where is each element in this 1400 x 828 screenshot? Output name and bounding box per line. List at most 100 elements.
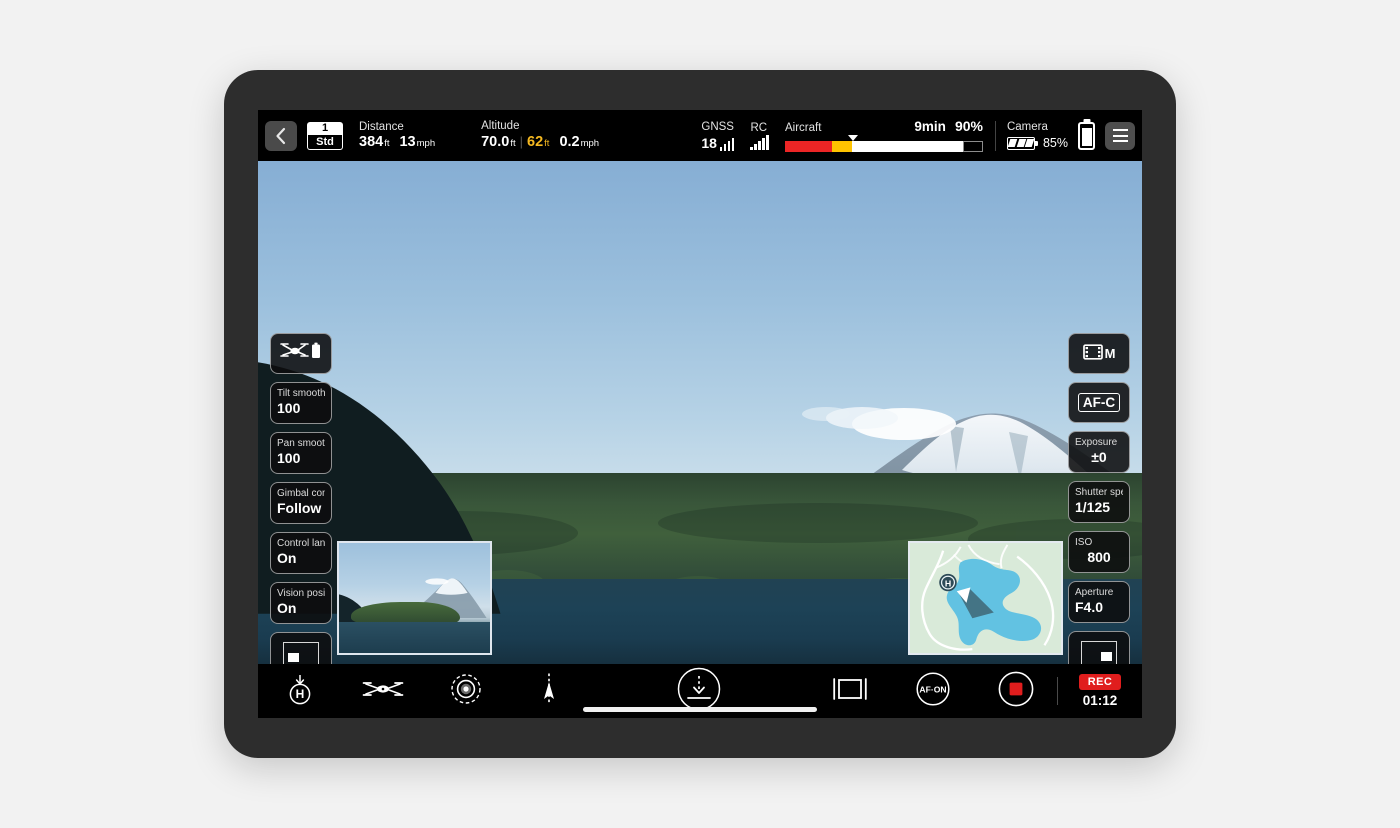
altitude-unit: ft <box>510 138 516 149</box>
home-indicator[interactable] <box>583 707 817 712</box>
drone-battery-icon <box>279 340 323 367</box>
pan-smoothness-label: Pan smoothness <box>277 438 325 449</box>
pip-layout-left-button[interactable] <box>270 632 332 664</box>
hamburger-menu-icon <box>1112 129 1128 131</box>
af-on-button[interactable]: AF·ON <box>891 671 974 711</box>
home-point-marker: H <box>945 578 951 588</box>
pan-smoothness-tile[interactable]: Pan smoothness 100 <box>270 432 332 474</box>
altitude-telemetry: Altitude 70.0 ft | 62 ft 0.2 mph <box>481 120 599 151</box>
gimbal-target-icon <box>450 673 482 710</box>
svg-text:AF·ON: AF·ON <box>919 684 946 694</box>
status-divider <box>994 120 996 151</box>
pip-bottom-left-icon <box>283 641 319 664</box>
gnss-signal-bars-icon <box>719 137 735 151</box>
flight-mode-badge[interactable]: 1 Std <box>307 121 343 150</box>
pip-bottom-right-icon <box>1081 640 1117 664</box>
rc-signal-bars-icon <box>750 134 769 150</box>
camera-battery-icon <box>1006 136 1038 150</box>
altitude-label: Altitude <box>481 120 520 132</box>
vision-positioning-value: On <box>277 600 297 616</box>
af-on-icon: AF·ON <box>915 671 950 711</box>
device-screen: 1 Std Distance 384 ft 13 mph Altitude 70… <box>258 110 1142 718</box>
aperture-tile[interactable]: Aperture F4.0 <box>1068 581 1130 623</box>
distance-label: Distance <box>359 120 404 133</box>
aircraft-battery-status[interactable]: Aircraft 9min 90% <box>784 118 983 152</box>
pip-layout-right-button[interactable] <box>1068 631 1130 664</box>
altitude-value: 70.0 <box>481 134 510 150</box>
control-landing-gear-value: On <box>277 550 297 566</box>
stop-record-button[interactable] <box>974 671 1057 712</box>
focus-mode-tile[interactable]: AF-C <box>1068 382 1130 423</box>
relative-altitude-unit: ft <box>544 138 550 149</box>
flight-mode-label: Std <box>307 134 343 150</box>
gimbal-recenter-button[interactable] <box>424 673 507 710</box>
chevron-left-icon <box>275 127 287 145</box>
live-video-feed[interactable]: Tilt smoothness 100 Pan smoothness 100 G… <box>258 161 1142 664</box>
aircraft-time-remaining: 9min <box>914 119 946 134</box>
aircraft-battery-tile[interactable] <box>270 333 332 374</box>
gnss-satellite-count: 18 <box>701 134 717 151</box>
gimbal-mode-value: Follow <box>277 500 322 516</box>
stop-square-icon <box>998 671 1034 712</box>
exposure-label: Exposure <box>1075 437 1118 448</box>
pip-water <box>339 622 490 653</box>
horizontal-speed-value: 13 <box>399 133 416 150</box>
back-button[interactable] <box>265 120 297 151</box>
return-to-home-button[interactable]: H <box>258 673 341 710</box>
pan-smoothness-value: 100 <box>277 450 301 466</box>
distance-telemetry: Distance 384 ft 13 mph <box>359 121 435 151</box>
rc-status[interactable]: RC <box>750 122 769 150</box>
pip-island <box>351 602 460 625</box>
picture-in-picture-preview[interactable] <box>337 541 492 655</box>
return-to-home-icon: H <box>285 673 315 710</box>
heading-button[interactable] <box>507 672 590 711</box>
gimbal-mode-tile[interactable]: Gimbal control mode Follow <box>270 482 332 524</box>
main-menu-button[interactable] <box>1105 121 1135 150</box>
recording-elapsed-time: 01:12 <box>1082 693 1118 708</box>
rc-label: RC <box>750 121 768 134</box>
aircraft-settings-button[interactable] <box>341 679 424 704</box>
aperture-value: F4.0 <box>1075 599 1104 615</box>
gnss-label: GNSS <box>701 120 734 133</box>
display-layout-button[interactable] <box>808 676 891 707</box>
tilt-smoothness-tile[interactable]: Tilt smoothness 100 <box>270 382 332 424</box>
camera-battery-status[interactable]: Camera 85% <box>1006 121 1068 150</box>
iso-tile[interactable]: ISO 800 <box>1068 531 1130 573</box>
control-landing-gear-tile[interactable]: Control landing gear On <box>270 532 332 574</box>
altitude-divider: | <box>519 134 524 149</box>
distance-value: 384 <box>359 133 384 150</box>
aperture-label: Aperture <box>1075 587 1114 598</box>
video-mode-value: M <box>1104 346 1116 361</box>
compass-arrow-icon <box>541 672 557 711</box>
screen-frame-icon <box>832 676 868 707</box>
battery-threshold-caret-icon <box>848 135 859 141</box>
svg-text:H: H <box>295 687 304 701</box>
camera-battery-percent: 85% <box>1042 136 1068 150</box>
tilt-smoothness-label: Tilt smoothness <box>277 388 325 399</box>
iso-value: 800 <box>1087 549 1111 565</box>
tablet-device-frame: 1 Std Distance 384 ft 13 mph Altitude 70… <box>224 70 1176 758</box>
aircraft-battery-bar <box>784 141 983 152</box>
shutter-speed-value: 1/125 <box>1075 499 1111 515</box>
video-mode-tile[interactable]: M <box>1068 333 1130 374</box>
recording-status: REC 01:12 <box>1058 674 1142 708</box>
vision-positioning-tile[interactable]: Vision positioning On <box>270 582 332 624</box>
camera-label: Camera <box>1006 121 1048 133</box>
vertical-speed-value: 0.2 <box>559 134 580 150</box>
controller-battery-icon <box>1078 121 1095 150</box>
tilt-smoothness-value: 100 <box>277 400 301 416</box>
focus-mode-value: AF-C <box>1077 393 1121 412</box>
shutter-speed-tile[interactable]: Shutter speed 1/125 <box>1068 481 1130 523</box>
map-widget[interactable]: H <box>908 541 1063 655</box>
top-status-bar: 1 Std Distance 384 ft 13 mph Altitude 70… <box>258 110 1142 161</box>
exposure-value: ±0 <box>1091 449 1107 465</box>
right-control-panel: M AF-C Exposure ±0 Shutter speed 1/125 I… <box>1068 333 1130 664</box>
aircraft-battery-percent: 90% <box>954 118 983 134</box>
exposure-tile[interactable]: Exposure ±0 <box>1068 431 1130 473</box>
flight-mode-number: 1 <box>307 121 343 135</box>
aircraft-label: Aircraft <box>784 122 822 134</box>
gnss-status[interactable]: GNSS 18 <box>701 120 735 151</box>
shutter-speed-label: Shutter speed <box>1075 487 1123 498</box>
horizontal-speed-unit: mph <box>416 137 436 149</box>
control-landing-gear-label: Control landing gear <box>277 538 325 549</box>
